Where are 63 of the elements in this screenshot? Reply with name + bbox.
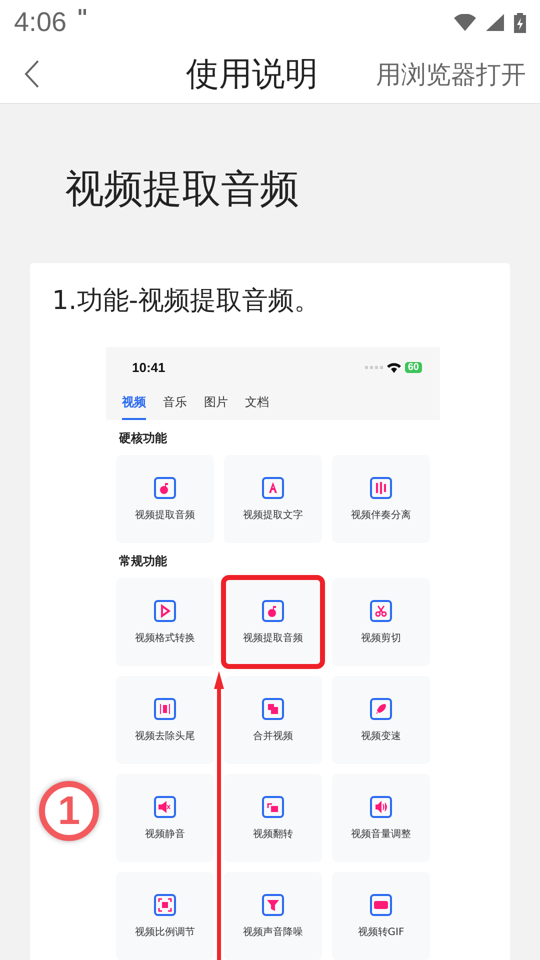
screenshot-time: 10:41 [132, 360, 166, 374]
tool-tile[interactable]: 视频提取音频 [116, 455, 214, 543]
status-time: 4:06 [14, 7, 67, 38]
tool-tile[interactable]: 视频提取音频 [224, 578, 322, 666]
trim-icon [154, 698, 176, 720]
note-icon [154, 476, 176, 498]
tool-tile[interactable]: 视频提取文字 [224, 455, 322, 543]
tool-label: 视频声音降噪 [243, 926, 303, 938]
scissors-icon [370, 600, 392, 622]
tool-label: 视频比例调节 [135, 926, 195, 938]
open-in-browser-link[interactable]: 用浏览器打开 [376, 58, 526, 90]
tool-label: 视频提取音频 [243, 632, 303, 644]
tool-tile[interactable]: 视频静音 [116, 774, 214, 862]
category-tab[interactable]: 文档 [245, 387, 269, 420]
tool-label: 视频伴奏分离 [351, 508, 411, 522]
battery-icon [514, 12, 526, 32]
tool-label: 视频转GIF [358, 926, 404, 938]
tool-label: 视频去除头尾 [135, 730, 195, 742]
tool-label: 视频静音 [145, 828, 185, 840]
wifi-icon [386, 362, 401, 372]
tool-tile[interactable]: 视频变速 [332, 676, 430, 764]
tool-label: 视频变速 [361, 730, 401, 742]
volume-icon [370, 796, 392, 818]
play-icon [154, 600, 176, 622]
category-tab[interactable]: 音乐 [163, 387, 187, 420]
funnel-icon [262, 894, 284, 916]
signal-icon [486, 14, 504, 31]
tool-tile[interactable]: 视频去除头尾 [116, 676, 214, 764]
mute-icon [154, 796, 176, 818]
crop-icon [154, 894, 176, 916]
category-tab[interactable]: 视频 [122, 387, 146, 420]
tool-label: 视频提取音频 [135, 508, 195, 522]
page-title: 使用说明 [186, 52, 318, 94]
tool-tile[interactable]: 视频伴奏分离 [332, 455, 430, 543]
step-text: 1.功能-视频提取音频。 [51, 285, 322, 318]
wifi-icon [454, 14, 476, 31]
step-marker: 1 [39, 781, 99, 841]
tool-tile[interactable]: 视频格式转换 [116, 578, 214, 666]
bars-icon [370, 476, 392, 498]
letter-icon [262, 476, 284, 498]
tool-tile[interactable]: 合并视频 [224, 676, 322, 764]
battery-level: 60 [404, 362, 422, 372]
tool-tile[interactable]: 视频剪切 [332, 578, 430, 666]
tool-label: 视频音量调整 [351, 828, 411, 840]
tool-tile[interactable]: 视频转GIF [332, 872, 430, 960]
tool-tile[interactable]: 视频比例调节 [116, 872, 214, 960]
article-title: 视频提取音频 [64, 166, 300, 214]
tool-label: 视频格式转换 [135, 632, 195, 644]
tool-label: 视频翻转 [253, 828, 293, 840]
signal-dots-icon [364, 366, 383, 368]
notification-text: " [76, 6, 88, 31]
tool-tile[interactable]: 视频声音降噪 [224, 872, 322, 960]
note-icon [262, 600, 284, 622]
tool-label: 视频提取文字 [243, 508, 303, 522]
category-tab[interactable]: 图片 [204, 387, 228, 420]
layers-icon [262, 698, 284, 720]
tool-label: 合并视频 [253, 730, 293, 742]
tool-label: 视频剪切 [361, 632, 401, 644]
section-title: 硬核功能 [118, 430, 168, 447]
tool-tile[interactable]: 视频翻转 [224, 774, 322, 862]
rotate-icon [262, 796, 284, 818]
tool-tile[interactable]: 视频音量调整 [332, 774, 430, 862]
section-title: 常规功能 [118, 553, 168, 570]
